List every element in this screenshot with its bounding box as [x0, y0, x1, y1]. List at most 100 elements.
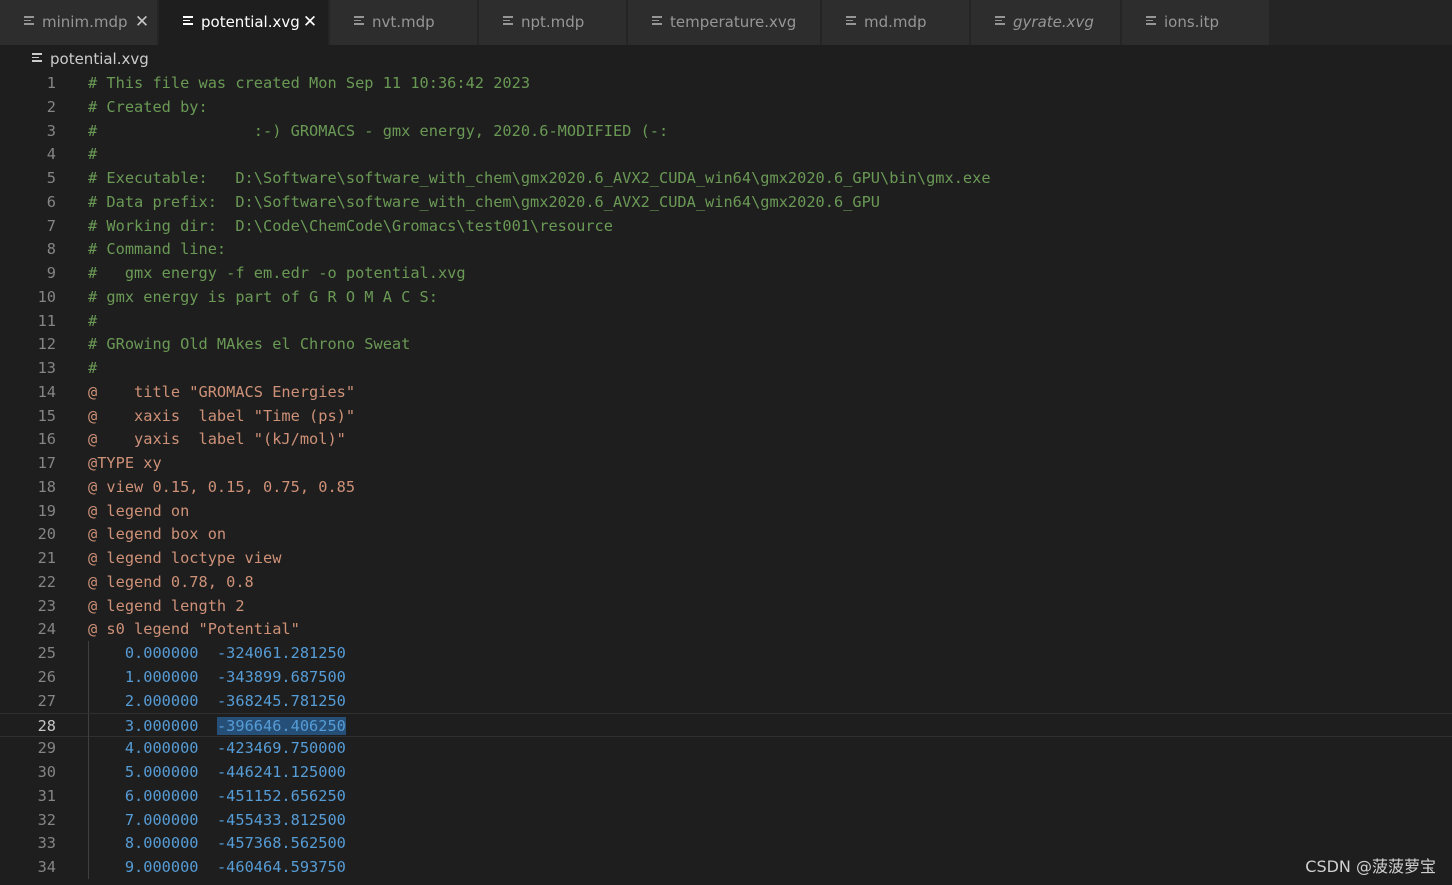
code-line[interactable]: 29 4.000000 -423469.750000 — [0, 736, 1452, 761]
code-line[interactable]: 27 2.000000 -368245.781250 — [0, 688, 1452, 713]
code-editor[interactable]: 1 # This file was created Mon Sep 11 10:3… — [0, 71, 1452, 885]
line-number: 27 — [37, 691, 56, 710]
code-line[interactable]: 11 # — [0, 309, 1452, 333]
tab-ions-itp[interactable]: ions.itp — [1122, 0, 1270, 45]
header-directive: @ legend box on — [88, 525, 227, 544]
comment-text: # — [88, 145, 98, 164]
code-line[interactable]: 32 7.000000 -455433.812500 — [0, 807, 1452, 832]
data-row: 3.000000 -396646.406250 — [88, 714, 346, 738]
y-value: -457368.562500 — [216, 834, 346, 853]
code-line[interactable]: 6 # Data prefix: D:\Software\software_wit… — [0, 190, 1452, 214]
y-value: -368245.781250 — [216, 691, 346, 710]
code-line[interactable]: 34 9.000000 -460464.593750 — [0, 855, 1452, 880]
data-row: 1.000000 -343899.687500 — [88, 665, 346, 689]
tab-npt-mdp[interactable]: npt.mdp — [479, 0, 627, 45]
code-line[interactable]: 18 @ view 0.15, 0.15, 0.75, 0.85 — [0, 475, 1452, 499]
close-icon[interactable]: ✕ — [134, 0, 150, 45]
code-line[interactable]: 15 @ xaxis label "Time (ps)" — [0, 404, 1452, 428]
line-number: 13 — [37, 359, 56, 378]
watermark: CSDN @菠菠萝宝 — [1305, 857, 1436, 876]
code-line[interactable]: 33 8.000000 -457368.562500 — [0, 831, 1452, 856]
code-line[interactable]: 22 @ legend 0.78, 0.8 — [0, 570, 1452, 594]
tab-label: minim.mdp — [42, 13, 128, 31]
tab-potential-xvg[interactable]: potential.xvg ✕ — [159, 0, 329, 45]
x-value: 0.000000 — [124, 644, 199, 663]
code-line[interactable]: 21 @ legend loctype view — [0, 546, 1452, 570]
code-line[interactable]: 30 5.000000 -446241.125000 — [0, 760, 1452, 785]
x-value: 5.000000 — [124, 763, 199, 782]
code-line[interactable]: 14 @ title "GROMACS Energies" — [0, 380, 1452, 404]
line-number: 17 — [37, 454, 56, 473]
line-number: 9 — [46, 264, 56, 283]
tab-md-mdp[interactable]: md.mdp — [822, 0, 970, 45]
header-directive: @ title "GROMACS Energies" — [88, 382, 356, 401]
data-row: 7.000000 -455433.812500 — [88, 808, 346, 832]
line-number: 23 — [37, 596, 56, 615]
breadcrumb-file[interactable]: potential.xvg — [50, 46, 149, 72]
code-line[interactable]: 20 @ legend box on — [0, 522, 1452, 546]
tab-bar: minim.mdp ✕ potential.xvg ✕ nvt.mdp npt.mdp te… — [0, 0, 1452, 45]
code-line[interactable]: 10 # gmx energy is part of G R O M A C S: — [0, 285, 1452, 309]
line-number: 34 — [37, 858, 56, 877]
close-icon[interactable]: ✕ — [302, 0, 318, 45]
code-line[interactable]: 28 3.000000 -396646.406250 — [0, 712, 1452, 738]
header-directive: @ legend length 2 — [88, 596, 245, 615]
code-line[interactable]: 26 1.000000 -343899.687500 — [0, 665, 1452, 689]
line-number: 2 — [46, 97, 56, 116]
code-line[interactable]: 4 # — [0, 142, 1452, 166]
line-number: 31 — [37, 786, 56, 805]
header-directive: @ yaxis label "(kJ/mol)" — [88, 430, 346, 449]
tab-label: potential.xvg — [201, 13, 300, 31]
code-line[interactable]: 1 # This file was created Mon Sep 11 10:3… — [0, 71, 1452, 95]
code-line[interactable]: 7 # Working dir: D:\Code\ChemCode\Gromacs… — [0, 214, 1452, 238]
comment-text: # This file was created Mon Sep 11 10:36… — [88, 74, 531, 92]
code-line[interactable]: 13 # — [0, 356, 1452, 380]
code-line[interactable]: 17 @TYPE xy — [0, 451, 1452, 475]
code-line[interactable]: 31 6.000000 -451152.656250 — [0, 783, 1452, 808]
line-number: 14 — [37, 382, 56, 401]
data-row: 5.000000 -446241.125000 — [88, 760, 346, 784]
tab-temperature-xvg[interactable]: temperature.xvg — [628, 0, 821, 45]
code-line[interactable]: 12 # GRowing Old MAkes el Chrono Sweat — [0, 332, 1452, 356]
data-row: 8.000000 -457368.562500 — [88, 831, 346, 855]
line-number: 32 — [37, 810, 56, 829]
x-value: 7.000000 — [124, 810, 199, 829]
code-line[interactable]: 8 # Command line: — [0, 237, 1452, 261]
file-lines-icon — [32, 53, 42, 65]
tab-minim-mdp[interactable]: minim.mdp ✕ — [0, 0, 158, 45]
file-lines-icon — [503, 16, 513, 28]
code-line[interactable]: 9 # gmx energy -f em.edr -o potential.xvg — [0, 261, 1452, 285]
code-line[interactable]: 5 # Executable: D:\Software\software_with… — [0, 166, 1452, 190]
code-line[interactable]: 23 @ legend length 2 — [0, 594, 1452, 618]
line-number: 29 — [37, 739, 56, 758]
code-line[interactable]: 2 # Created by: — [0, 95, 1452, 119]
line-number: 25 — [37, 644, 56, 663]
code-line[interactable]: 16 @ yaxis label "(kJ/mol)" — [0, 427, 1452, 451]
comment-text: # gmx energy -f em.edr -o potential.xvg — [88, 264, 466, 283]
header-directive: @ xaxis label "Time (ps)" — [88, 406, 356, 425]
code-line[interactable]: 25 0.000000 -324061.281250 — [0, 641, 1452, 666]
comment-text: # gmx energy is part of G R O M A C S: — [88, 287, 438, 306]
code-line[interactable]: 19 @ legend on — [0, 499, 1452, 523]
y-value: -396646.406250 — [216, 716, 346, 735]
code-line[interactable]: 3 # :-) GROMACS - gmx energy, 2020.6-MODI… — [0, 119, 1452, 143]
breadcrumb[interactable]: potential.xvg — [0, 45, 1452, 71]
line-number: 4 — [46, 145, 56, 164]
tab-gyrate-xvg[interactable]: gyrate.xvg — [971, 0, 1121, 45]
code-line[interactable]: 24 @ s0 legend "Potential" — [0, 617, 1452, 641]
x-value: 6.000000 — [124, 786, 199, 805]
tab-nvt-mdp[interactable]: nvt.mdp — [330, 0, 478, 45]
header-directive: @ view 0.15, 0.15, 0.75, 0.85 — [88, 477, 356, 496]
tab-label: gyrate.xvg — [1013, 13, 1094, 31]
comment-text: # Command line: — [88, 240, 227, 259]
x-value: 2.000000 — [124, 691, 199, 710]
